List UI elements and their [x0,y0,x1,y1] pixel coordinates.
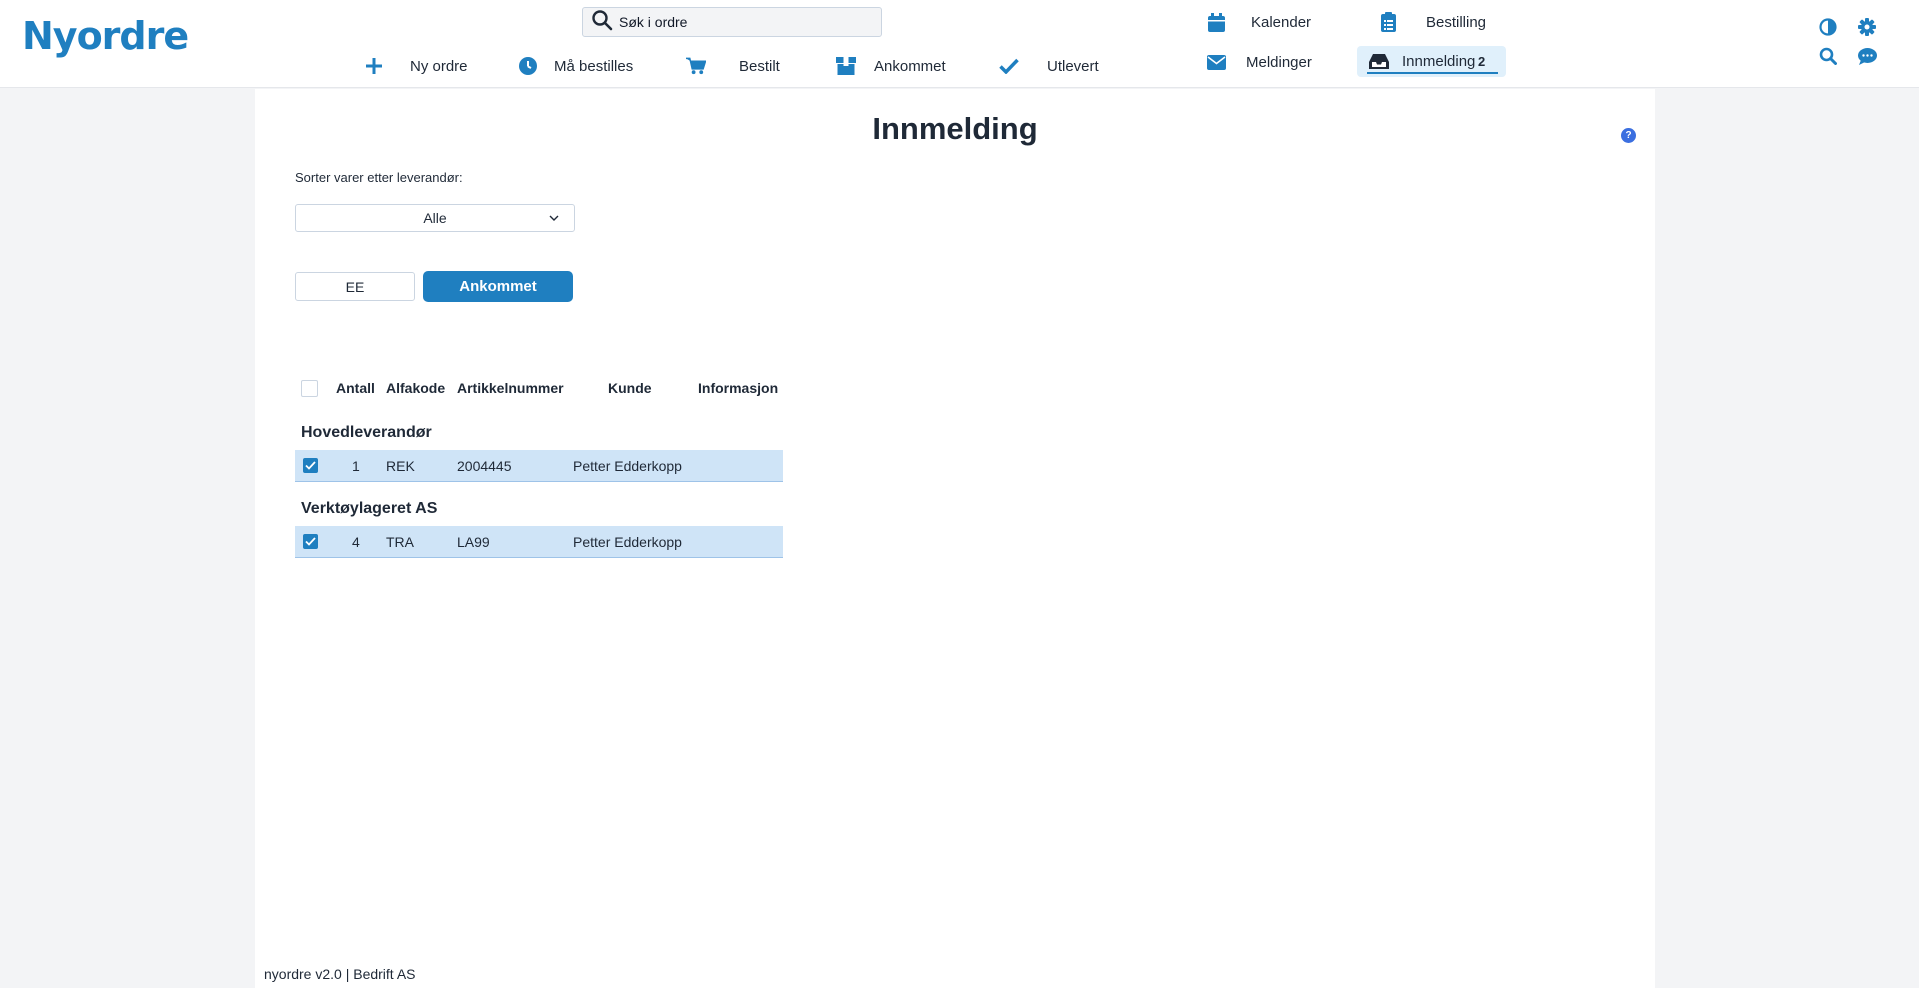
nav-must-order[interactable]: Må bestilles [518,52,633,80]
header-qty: Antall [336,380,375,396]
table-row[interactable]: 4 TRA LA99 Petter Edderkopp [295,526,783,558]
row-article: 2004445 [457,458,512,474]
ee-button[interactable]: EE [295,272,415,301]
nav-must-order-label: Må bestilles [554,57,634,75]
contrast-icon[interactable] [1818,17,1838,37]
row-alpha: REK [386,458,415,474]
cart-icon [686,56,706,76]
envelope-icon [1206,52,1226,72]
arrived-button[interactable]: Ankommet [423,271,573,302]
help-icon[interactable]: ? [1621,128,1636,143]
nav-ordered-label: Bestilt [739,57,780,75]
sort-label: Sorter varer etter leverandør: [295,170,463,185]
inbox-icon [1369,52,1389,72]
row-article: LA99 [457,534,490,550]
nav-report[interactable]: Innmelding 2 [1357,46,1506,77]
search-input[interactable] [619,14,869,30]
nav-new-order-label: Ny ordre [410,57,468,75]
table-row[interactable]: 1 REK 2004445 Petter Edderkopp [295,450,783,482]
supplier-select-value: Alle [423,210,447,226]
header-customer: Kunde [608,380,652,396]
app-logo[interactable]: Nyordre [22,14,189,58]
plus-icon [364,56,384,76]
nav-ordering-label: Bestilling [1426,13,1487,31]
main-panel: Innmelding ? Sorter varer etter leverand… [255,89,1655,988]
footer-version: nyordre v2.0 | Bedrift AS [264,966,416,982]
nav-calendar-label: Kalender [1251,13,1312,31]
supplier-select[interactable]: Alle [295,204,575,232]
nav-new-order[interactable]: Ny ordre [364,52,468,80]
nav-report-label: Innmelding [1402,53,1476,70]
calendar-icon [1206,12,1226,32]
group-title: Hovedleverandør [301,424,432,441]
gear-icon[interactable] [1857,17,1877,37]
nav-arrived-label: Ankommet [874,57,946,75]
report-count-badge: 2 [1478,54,1486,69]
nav-delivered[interactable]: Utlevert [999,52,1099,80]
chat-icon[interactable] [1857,46,1877,66]
nav-calendar[interactable]: Kalender [1206,8,1311,36]
row-alpha: TRA [386,534,414,550]
search-icon[interactable] [1818,46,1838,66]
row-qty: 4 [352,534,360,550]
header-alpha: Alfakode [386,380,446,396]
nav-ordered[interactable]: Bestilt [686,52,780,80]
page-title: Innmelding [872,111,1038,146]
nav-delivered-label: Utlevert [1047,57,1099,75]
header-article: Artikkelnummer [457,380,564,396]
row-customer: Petter Edderkopp [573,458,682,474]
header-info: Informasjon [698,380,779,396]
box-icon [836,56,856,76]
nav-arrived[interactable]: Ankommet [836,52,946,80]
group-title: Verktøylageret AS [301,500,438,517]
top-bar: Nyordre Ny ordre Må bestilles Bestilt An… [0,0,1919,88]
clipboard-list-icon [1378,12,1398,32]
row-qty: 1 [352,458,360,474]
clock-icon [518,56,538,76]
nav-messages-label: Meldinger [1246,53,1312,71]
row-customer: Petter Edderkopp [573,534,682,550]
row-checkbox[interactable] [303,534,318,549]
row-checkbox[interactable] [303,458,318,473]
search-box[interactable] [582,7,882,37]
nav-messages[interactable]: Meldinger [1206,48,1312,76]
active-underline [1367,72,1498,74]
select-all-checkbox[interactable] [301,380,318,397]
search-icon [591,9,613,36]
nav-ordering[interactable]: Bestilling [1378,8,1486,36]
check-icon [999,56,1019,76]
chevron-down-icon [548,211,560,227]
